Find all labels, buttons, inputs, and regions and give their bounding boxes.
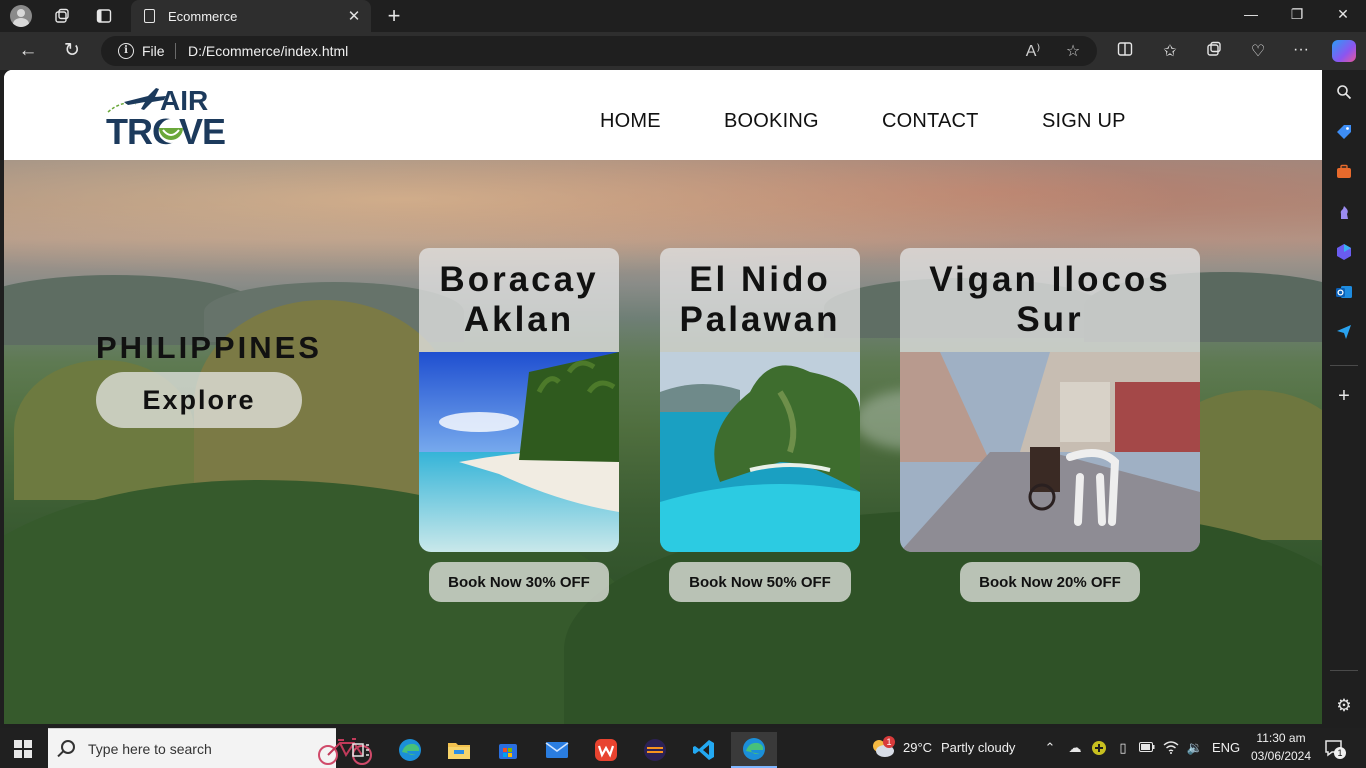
sidebar-search-icon[interactable] [1334,82,1354,102]
nav-home[interactable]: HOME [600,110,661,133]
title-line: Boracay [439,260,599,299]
volume-speaker-icon[interactable]: 🔉 [1186,740,1204,756]
edge-sidebar: + ⚙ [1322,70,1366,728]
mail-icon[interactable] [537,732,577,768]
book-now-el-nido-button[interactable]: Book Now 50% OFF [669,562,851,602]
windows-start-icon[interactable] [14,740,32,758]
browser-toolbar: ← ↻ i File D:/Ecommerce/index.html A⁾ ☆ … [0,32,1366,70]
sidebar-divider [1330,670,1358,671]
games-chess-icon[interactable] [1334,202,1354,222]
country-heading: PHILIPPINES [96,330,322,365]
el-nido-lagoon-image[interactable] [660,352,860,552]
workspaces-icon[interactable] [49,4,75,28]
url-text[interactable]: D:/Ecommerce/index.html [188,43,348,59]
onedrive-cloud-icon[interactable]: ☁ [1066,740,1084,756]
book-now-boracay-button[interactable]: Book Now 30% OFF [429,562,609,602]
edge-active-app-icon[interactable] [731,732,777,768]
taskbar-search-box[interactable]: Type here to search [48,728,372,768]
vscode-icon[interactable] [684,732,724,768]
clock-date[interactable]: 03/06/2024 [1248,749,1314,763]
sidebar-settings-gear-icon[interactable]: ⚙ [1334,696,1354,716]
weather-temperature[interactable]: 29°C [903,740,932,755]
collections-icon[interactable] [1201,41,1227,62]
title-line: Palawan [679,300,841,339]
nav-booking[interactable]: BOOKING [724,110,819,133]
split-screen-icon[interactable] [1112,41,1138,62]
input-language[interactable]: ENG [1212,740,1240,755]
favorite-star-icon[interactable]: ☆ [1062,41,1084,61]
boracay-beach-image[interactable] [419,352,619,552]
edge-app-icon[interactable] [390,732,430,768]
title-line: Vigan Ilocos [929,260,1171,299]
clock-time[interactable]: 11:30 am [1252,731,1310,745]
copilot-icon[interactable] [1332,40,1356,62]
title-line: Aklan [463,300,575,339]
outlook-icon[interactable] [1334,282,1354,302]
url-scheme: File [142,43,165,59]
new-tab-icon[interactable]: + [382,3,406,29]
weather-cloud-icon[interactable]: 1 [870,736,896,759]
read-aloud-icon[interactable]: A⁾ [1022,41,1044,61]
show-hidden-icons-chevron-icon[interactable]: ⌃ [1041,740,1059,756]
windows-taskbar: Type here to search 1 29°C Partly cloudy… [0,728,1366,768]
eclipse-ide-icon[interactable] [635,732,675,768]
sidebar-divider [1330,365,1358,366]
tab-ecommerce[interactable]: Ecommerce ✕ [131,0,371,32]
notification-count-badge: 1 [1334,747,1346,759]
refresh-icon[interactable]: ↻ [59,40,85,62]
close-tab-icon[interactable]: ✕ [346,7,362,25]
url-divider [175,43,176,59]
settings-more-icon[interactable]: ··· [1288,41,1314,59]
file-explorer-icon[interactable] [439,732,479,768]
add-sidebar-app-icon[interactable]: + [1334,385,1354,407]
update-shield-icon[interactable] [1090,740,1108,759]
phone-link-icon[interactable]: ▯ [1114,740,1132,756]
weather-alert-badge: 1 [883,736,895,748]
profile-avatar-icon[interactable] [10,5,32,27]
microsoft-store-icon[interactable] [488,732,528,768]
send-drop-icon[interactable] [1334,322,1354,342]
wifi-icon[interactable] [1162,740,1180,757]
web-page: AIR TROVE HOME BOOKING CONTACT SIGN UP P… [4,70,1322,724]
task-view-icon[interactable] [341,732,381,768]
page-icon [144,9,155,23]
browser-essentials-icon[interactable]: ♡ [1245,41,1271,61]
destination-title-el-nido: El Nido Palawan [660,248,860,352]
microsoft-365-icon[interactable] [1334,242,1354,262]
close-window-icon[interactable]: ✕ [1328,6,1358,23]
address-bar[interactable]: i File D:/Ecommerce/index.html A⁾ ☆ [101,36,1097,66]
wps-office-icon[interactable] [586,732,626,768]
favorites-icon[interactable]: ✩ [1157,41,1183,61]
tab-actions-icon[interactable] [91,4,117,28]
tools-briefcase-icon[interactable] [1334,162,1354,182]
destination-title-vigan: Vigan Ilocos Sur [900,248,1200,352]
back-arrow-icon[interactable]: ← [15,40,41,62]
search-icon [61,740,75,754]
browser-tabbar: Ecommerce ✕ + — ❐ ✕ [0,0,1366,32]
nav-sign-up[interactable]: SIGN UP [1042,110,1126,133]
air-trove-logo[interactable]: AIR TROVE [104,82,234,152]
hero-section: PHILIPPINES Explore Boracay Aklan Book No… [4,160,1322,724]
site-header: AIR TROVE HOME BOOKING CONTACT SIGN UP [4,70,1322,160]
site-info-icon[interactable]: i [118,43,134,59]
vigan-street-image[interactable] [900,352,1200,552]
battery-icon[interactable] [1138,740,1156,755]
nav-contact[interactable]: CONTACT [882,110,979,133]
title-line: Sur [1016,300,1084,339]
restore-icon[interactable]: ❐ [1282,6,1312,23]
explore-button[interactable]: Explore [96,372,302,428]
book-now-vigan-button[interactable]: Book Now 20% OFF [960,562,1140,602]
title-line: El Nido [689,260,831,299]
minimize-icon[interactable]: — [1236,6,1266,22]
destination-title-boracay: Boracay Aklan [419,248,619,352]
tab-title: Ecommerce [168,8,238,24]
weather-description[interactable]: Partly cloudy [941,740,1015,755]
search-placeholder: Type here to search [88,741,212,757]
notification-center-icon[interactable]: 1 [1324,738,1346,759]
shopping-tag-icon[interactable] [1334,122,1354,142]
